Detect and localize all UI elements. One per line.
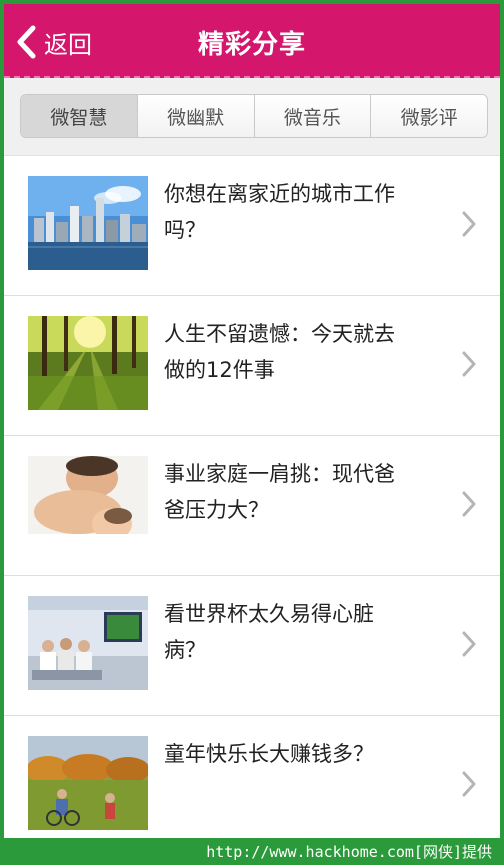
chevron-right-icon (462, 211, 476, 241)
chevron-right-icon (462, 631, 476, 661)
tab-wisdom[interactable]: 微智慧 (21, 95, 138, 137)
list-item[interactable]: 人生不留遗憾：今天就去做的12件事 (4, 296, 500, 436)
chevron-left-icon (16, 25, 36, 59)
list-item[interactable]: 看世界杯太久易得心脏病？ (4, 576, 500, 716)
tv-room-image (28, 596, 148, 690)
item-title: 人生不留遗憾：今天就去做的12件事 (164, 322, 395, 382)
tab-film-review[interactable]: 微影评 (371, 95, 487, 137)
sunlit-forest-image (28, 316, 148, 410)
city-skyline-image (28, 176, 148, 270)
child-park-image (28, 736, 148, 830)
watermark-text: http://www.hackhome.com[网侠]提供 (0, 838, 504, 865)
chevron-right-icon (462, 491, 476, 521)
app-frame: 返回 精彩分享 微智慧 微幽默 微音乐 微影评 你想在离家近的城市工作吗？ 人生… (0, 0, 504, 838)
tab-music[interactable]: 微音乐 (254, 95, 372, 137)
item-title: 你想在离家近的城市工作吗？ (164, 182, 395, 242)
list-item[interactable]: 童年快乐长大赚钱多？ (4, 716, 500, 838)
tab-bar: 微智慧 微幽默 微音乐 微影评 (4, 78, 500, 156)
back-button[interactable]: 返回 (16, 22, 92, 62)
back-label: 返回 (44, 30, 92, 59)
father-baby-image (28, 456, 148, 550)
list-item[interactable]: 事业家庭一肩挑：现代爸爸压力大？ (4, 436, 500, 576)
tab-humor[interactable]: 微幽默 (137, 95, 255, 137)
chevron-right-icon (462, 351, 476, 381)
item-title: 看世界杯太久易得心脏病？ (164, 602, 374, 662)
item-title: 童年快乐长大赚钱多？ (164, 742, 374, 766)
chevron-right-icon (462, 771, 476, 801)
segmented-tabs: 微智慧 微幽默 微音乐 微影评 (20, 94, 488, 138)
item-title: 事业家庭一肩挑：现代爸爸压力大？ (164, 462, 395, 522)
header-bar: 返回 精彩分享 (4, 4, 500, 78)
article-list: 你想在离家近的城市工作吗？ 人生不留遗憾：今天就去做的12件事 事业家庭一肩挑：… (4, 156, 500, 838)
list-item[interactable]: 你想在离家近的城市工作吗？ (4, 156, 500, 296)
